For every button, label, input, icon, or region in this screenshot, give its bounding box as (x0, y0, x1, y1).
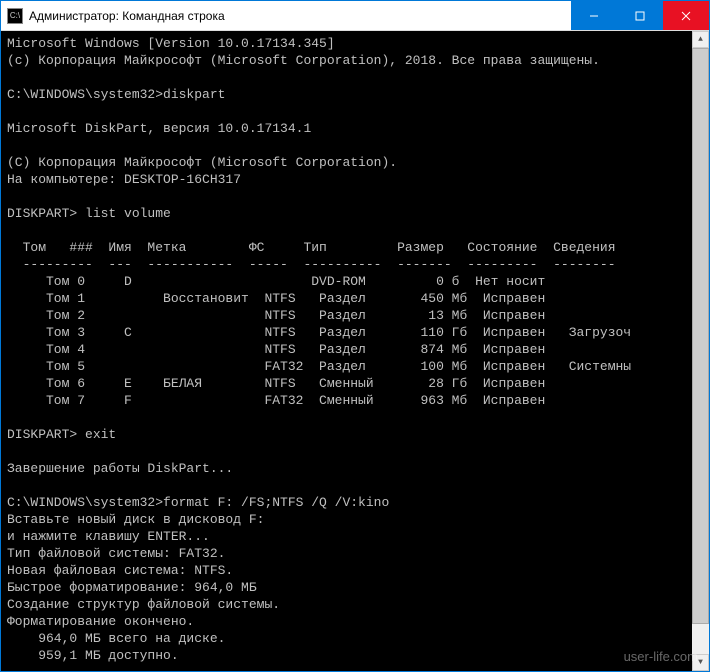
content-area: Microsoft Windows [Version 10.0.17134.34… (1, 31, 709, 671)
output-line: (c) Корпорация Майкрософт (Microsoft Cor… (7, 52, 686, 69)
table-row: Том 0 D DVD-ROM 0 б Нет носит (7, 273, 686, 290)
output-line (7, 188, 686, 205)
output-line: Создание структур файловой системы. (7, 596, 686, 613)
output-line: Вставьте новый диск в дисковод F: (7, 511, 686, 528)
vertical-scrollbar[interactable]: ▲ ▼ (692, 31, 709, 671)
table-header: Том ### Имя Метка ФС Тип Размер Состояни… (7, 239, 686, 256)
output-line: (C) Корпорация Майкрософт (Microsoft Cor… (7, 154, 686, 171)
output-line (7, 137, 686, 154)
command-prompt-window: C:\ Администратор: Командная строка Micr… (0, 0, 710, 672)
prompt-line: DISKPART> list volume (7, 205, 686, 222)
table-row: Том 3 C NTFS Раздел 110 Гб Исправен Загр… (7, 324, 686, 341)
maximize-button[interactable] (617, 1, 663, 30)
scroll-down-arrow-icon[interactable]: ▼ (692, 654, 709, 671)
output-line: Быстрое форматирование: 964,0 МБ (7, 579, 686, 596)
close-button[interactable] (663, 1, 709, 30)
output-line: и нажмите клавишу ENTER... (7, 528, 686, 545)
table-row: Том 5 FAT32 Раздел 100 Мб Исправен Систе… (7, 358, 686, 375)
table-row: Том 1 Восстановит NTFS Раздел 450 Мб Исп… (7, 290, 686, 307)
output-line: 964,0 МБ всего на диске. (7, 630, 686, 647)
prompt-line: DISKPART> exit (7, 426, 686, 443)
table-row: Том 4 NTFS Раздел 874 Мб Исправен (7, 341, 686, 358)
output-line (7, 103, 686, 120)
output-line: 959,1 МБ доступно. (7, 647, 686, 664)
prompt-line: C:\WINDOWS\system32>diskpart (7, 86, 686, 103)
output-line (7, 222, 686, 239)
table-divider: --------- --- ----------- ----- --------… (7, 256, 686, 273)
window-controls (571, 1, 709, 30)
output-line: Microsoft DiskPart, версия 10.0.17134.1 (7, 120, 686, 137)
scroll-track[interactable] (692, 48, 709, 654)
table-row: Том 6 E БЕЛАЯ NTFS Сменный 28 Гб Исправе… (7, 375, 686, 392)
output-line: Форматирование окончено. (7, 613, 686, 630)
output-line (7, 443, 686, 460)
titlebar[interactable]: C:\ Администратор: Командная строка (1, 1, 709, 31)
output-line: Microsoft Windows [Version 10.0.17134.34… (7, 35, 686, 52)
window-title: Администратор: Командная строка (29, 9, 571, 23)
table-row: Том 7 F FAT32 Сменный 963 Мб Исправен (7, 392, 686, 409)
output-line (7, 664, 686, 671)
scroll-thumb[interactable] (692, 48, 709, 624)
output-line: На компьютере: DESKTOP-16CH317 (7, 171, 686, 188)
prompt-line: C:\WINDOWS\system32>format F: /FS;NTFS /… (7, 494, 686, 511)
output-line: Тип файловой системы: FAT32. (7, 545, 686, 562)
output-line (7, 409, 686, 426)
output-line: Завершение работы DiskPart... (7, 460, 686, 477)
scroll-up-arrow-icon[interactable]: ▲ (692, 31, 709, 48)
app-icon: C:\ (7, 8, 23, 24)
table-row: Том 2 NTFS Раздел 13 Мб Исправен (7, 307, 686, 324)
output-line (7, 477, 686, 494)
output-line (7, 69, 686, 86)
terminal-output[interactable]: Microsoft Windows [Version 10.0.17134.34… (1, 31, 692, 671)
minimize-button[interactable] (571, 1, 617, 30)
output-line: Новая файловая система: NTFS. (7, 562, 686, 579)
